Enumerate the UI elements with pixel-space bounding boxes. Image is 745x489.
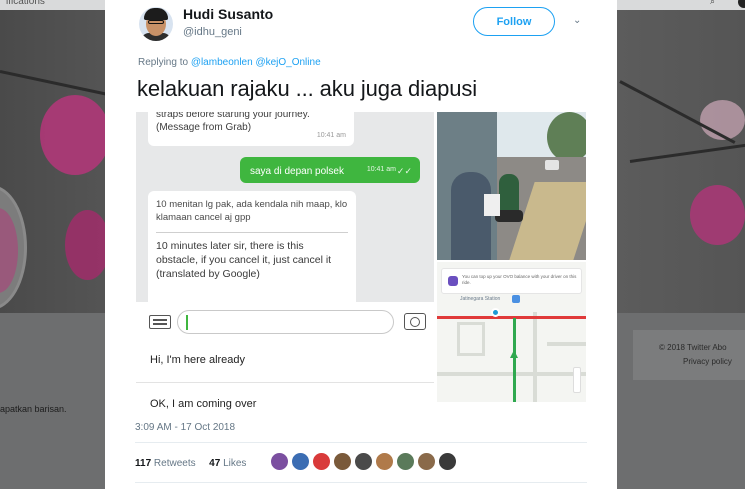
street-photo[interactable] xyxy=(437,112,586,260)
author-name[interactable]: Hudi Susanto xyxy=(183,6,273,22)
background-search-icon: ⌕ xyxy=(710,0,716,6)
liker-avatar[interactable] xyxy=(354,452,373,471)
liker-avatar[interactable] xyxy=(417,452,436,471)
tweet-text: kelakuan rajaku ... aku juga diapusi xyxy=(137,76,478,101)
liker-avatar[interactable] xyxy=(312,452,331,471)
chat-bubble-time: 10:41 am xyxy=(316,132,346,139)
chat-bubble-sent: saya di depan polsek 10:41 am ✓✓ xyxy=(240,157,420,183)
wallet-icon xyxy=(448,276,458,286)
chat-bubble-time: 10:41 am xyxy=(366,166,396,173)
like-count[interactable]: 47 xyxy=(209,458,220,469)
background-nav-text: ifications xyxy=(6,0,45,7)
map-screenshot[interactable]: You can top up your OVO balance with you… xyxy=(437,262,586,402)
chat-bubble-translation: 10 minutes later sir, there is this obst… xyxy=(156,240,332,280)
like-label[interactable]: Likes xyxy=(223,458,246,469)
replying-to-mentions[interactable]: @lambeonlen @kejO_Online xyxy=(191,57,321,68)
liker-avatar[interactable] xyxy=(291,452,310,471)
background-footer-privacy-link[interactable]: Privacy policy xyxy=(683,357,732,366)
translation-divider xyxy=(156,232,348,233)
screenshot-stage: ifications ⌕ apatkan barisan. © 2018 Twi… xyxy=(0,0,745,489)
liker-avatar[interactable] xyxy=(375,452,394,471)
map-banner-text: You can top up your OVO balance with you… xyxy=(462,274,577,285)
chat-bubble-original-text: 10 menitan lg pak, ada kendala nih maap,… xyxy=(156,199,348,223)
double-check-icon: ✓✓ xyxy=(396,166,412,176)
background-footer-copyright: © 2018 Twitter Abo xyxy=(659,343,727,352)
chat-message-input[interactable] xyxy=(177,310,394,334)
chevron-down-icon[interactable]: ⌄ xyxy=(573,15,581,26)
quick-reply-item[interactable]: Hi, I'm here already xyxy=(150,354,245,366)
retweet-count[interactable]: 117 xyxy=(135,458,151,469)
quick-replies: Hi, I'm here already OK, I am coming ove… xyxy=(136,342,434,412)
chat-bubble-received: straps before starting your journey. (Me… xyxy=(148,112,354,146)
chat-input-bar xyxy=(136,302,434,342)
map-controls[interactable] xyxy=(573,367,581,393)
replying-to-label: Replying to xyxy=(138,57,189,68)
chat-screenshot[interactable]: straps before starting your journey. (Me… xyxy=(136,112,434,412)
tweet-stats: 117 Retweets 47 Likes xyxy=(135,458,246,469)
tweet-modal: Hudi Susanto @idhu_geni Follow ⌄ Replyin… xyxy=(105,0,617,489)
replying-to-line: Replying to @lambeonlen @kejO_Online xyxy=(138,57,321,68)
train-station-icon xyxy=(512,295,520,303)
liker-avatar[interactable] xyxy=(438,452,457,471)
camera-icon[interactable] xyxy=(404,313,426,330)
map-banner: You can top up your OVO balance with you… xyxy=(441,268,582,294)
quick-reply-divider xyxy=(136,382,434,383)
quick-reply-item[interactable]: OK, I am coming over xyxy=(150,398,256,410)
retweet-label[interactable]: Retweets xyxy=(154,458,196,469)
divider xyxy=(135,482,587,483)
author-avatar[interactable] xyxy=(139,7,173,41)
author-handle[interactable]: @idhu_geni xyxy=(183,26,242,38)
map-station-label: Jatinegara Station xyxy=(460,296,501,302)
background-footer-card xyxy=(633,330,745,380)
liker-avatar[interactable] xyxy=(396,452,415,471)
liker-avatar[interactable] xyxy=(270,452,289,471)
divider xyxy=(135,442,587,443)
location-marker-icon xyxy=(491,308,500,317)
liker-avatar[interactable] xyxy=(333,452,352,471)
keyboard-icon[interactable] xyxy=(149,315,171,329)
chat-bubble-text: straps before starting your journey. (Me… xyxy=(156,112,310,133)
chat-bubble-text: saya di depan polsek xyxy=(250,166,344,177)
tweet-timestamp[interactable]: 3:09 AM - 17 Oct 2018 xyxy=(135,422,235,433)
follow-button[interactable]: Follow xyxy=(473,7,555,36)
censored-area xyxy=(484,194,500,216)
background-bio-text: apatkan barisan. xyxy=(0,404,67,414)
